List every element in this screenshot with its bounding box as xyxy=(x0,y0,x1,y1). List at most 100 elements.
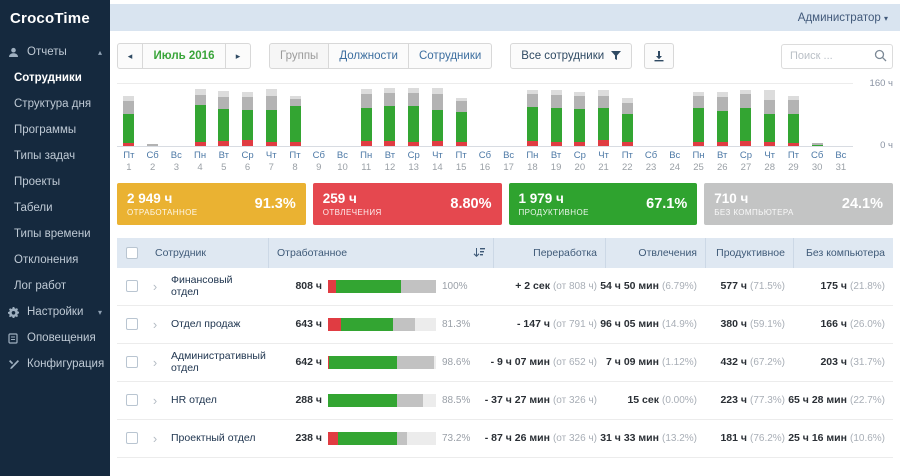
chart-bar[interactable] xyxy=(764,90,775,146)
distraction-value: 54 ч 50 мин xyxy=(600,280,659,292)
chart-bar[interactable] xyxy=(218,91,229,146)
chart-day-label: Ср13 xyxy=(402,150,426,174)
chart-bar-segment xyxy=(693,96,704,109)
weekday-label: Ср xyxy=(734,150,758,162)
table-row[interactable]: ›Проектный отдел238 ч73.2%- 87 ч 26 мин(… xyxy=(117,420,893,458)
search-icon[interactable] xyxy=(874,49,887,62)
sidebar-item-day-structure[interactable]: Структура дня xyxy=(0,91,110,117)
chart-bar[interactable] xyxy=(527,90,538,146)
sidebar-section-reports[interactable]: Отчеты▴ xyxy=(0,39,110,65)
day-number-label: 26 xyxy=(710,162,734,174)
chart-bar[interactable] xyxy=(384,88,395,146)
chart-day-label: Чт14 xyxy=(426,150,450,174)
next-period-button[interactable]: ▸ xyxy=(225,43,251,69)
row-checkbox[interactable] xyxy=(126,394,138,406)
chart-bar[interactable] xyxy=(147,144,158,146)
chart-bar[interactable] xyxy=(456,98,467,146)
worked-hours: 643 ч xyxy=(276,318,322,330)
chart-bar-segment xyxy=(693,108,704,142)
chart-day-column xyxy=(188,84,212,146)
chart-bar[interactable] xyxy=(717,92,728,146)
row-checkbox[interactable] xyxy=(126,280,138,292)
chart-bar[interactable] xyxy=(740,90,751,146)
chart-day-column xyxy=(497,84,521,146)
sidebar-item-work-log[interactable]: Лог работ xyxy=(0,273,110,299)
sidebar-item-programs[interactable]: Программы xyxy=(0,117,110,143)
summary-card-no-computer[interactable]: 710 чБЕЗ КОМПЬЮТЕРА24.1% xyxy=(704,183,893,225)
header-productive[interactable]: Продуктивное xyxy=(705,238,793,268)
table-row[interactable]: ›Финансовый отдел808 ч100%+ 2 сек(от 808… xyxy=(117,268,893,306)
header-worked[interactable]: Отработанное xyxy=(268,238,493,268)
user-menu[interactable]: Администратор ▾ xyxy=(798,12,888,24)
table-row[interactable]: ›Отдел продаж643 ч81.3%- 147 ч(от 791 ч)… xyxy=(117,306,893,344)
sidebar-section-configuration[interactable]: Конфигурация xyxy=(0,351,110,377)
row-checkbox[interactable] xyxy=(126,432,138,444)
employee-filter-dropdown[interactable]: Все сотрудники xyxy=(510,43,632,69)
chart-day-column xyxy=(283,84,307,146)
download-button[interactable] xyxy=(644,43,674,69)
chart-bar[interactable] xyxy=(195,89,206,146)
summary-card-productive[interactable]: 1 979 чПРОДУКТИВНОЕ67.1% xyxy=(509,183,698,225)
chart-bar[interactable] xyxy=(551,90,562,146)
tab-groups[interactable]: Группы xyxy=(269,43,329,69)
worked-bar-segment xyxy=(328,432,338,445)
chart-bar-segment xyxy=(218,141,229,146)
table-body: ›Финансовый отдел808 ч100%+ 2 сек(от 808… xyxy=(117,268,893,458)
sidebar-section-alerts[interactable]: Оповещения xyxy=(0,325,110,351)
period-button[interactable]: Июль 2016 xyxy=(142,43,226,69)
chart-bar[interactable] xyxy=(622,98,633,146)
prev-period-button[interactable]: ◂ xyxy=(117,43,143,69)
chart-bar[interactable] xyxy=(123,96,134,146)
sidebar-item-task-types[interactable]: Типы задач xyxy=(0,143,110,169)
chart-bar[interactable] xyxy=(432,88,443,146)
chart-bar-segment xyxy=(195,95,206,105)
expand-row-icon[interactable]: › xyxy=(147,432,163,445)
select-all-checkbox[interactable] xyxy=(126,247,138,259)
header-overtime[interactable]: Переработка xyxy=(493,238,605,268)
chart-bar-segment xyxy=(242,97,253,110)
summary-card-worked[interactable]: 2 949 чОТРАБОТАННОЕ91.3% xyxy=(117,183,306,225)
sidebar-section-settings[interactable]: Настройки▾ xyxy=(0,299,110,325)
sidebar-item-timesheets[interactable]: Табели xyxy=(0,195,110,221)
chart-bar[interactable] xyxy=(242,92,253,146)
sidebar-item-projects[interactable]: Проекты xyxy=(0,169,110,195)
worked-bar-segment xyxy=(338,432,397,445)
table-row[interactable]: ›HR отдел288 ч88.5%- 37 ч 27 мин(от 326 … xyxy=(117,382,893,420)
chart-bar-segment xyxy=(218,109,229,141)
chart-bar-segment xyxy=(622,114,633,142)
sidebar-item-employees[interactable]: Сотрудники xyxy=(0,65,110,91)
header-distractions[interactable]: Отвлечения xyxy=(605,238,705,268)
sidebar-item-deviations[interactable]: Отклонения xyxy=(0,247,110,273)
chart-bar[interactable] xyxy=(693,92,704,146)
chart-bar[interactable] xyxy=(574,92,585,146)
chart-bar[interactable] xyxy=(361,89,372,146)
distraction-note: (13.2%) xyxy=(662,433,697,444)
chart-bar[interactable] xyxy=(290,96,301,146)
day-number-label: 22 xyxy=(615,162,639,174)
header-no-computer[interactable]: Без компьютера xyxy=(793,238,893,268)
summary-card-distractions[interactable]: 259 чОТВЛЕЧЕНИЯ8.80% xyxy=(313,183,502,225)
sidebar-item-time-types[interactable]: Типы времени xyxy=(0,221,110,247)
chart-bar[interactable] xyxy=(408,88,419,146)
table-header: Сотрудник Отработанное Переработка Отвле… xyxy=(117,238,893,268)
tab-positions[interactable]: Должности xyxy=(328,43,409,69)
summary-card-text: 710 чБЕЗ КОМПЬЮТЕРА xyxy=(714,191,794,217)
row-checkbox[interactable] xyxy=(126,318,138,330)
day-number-label: 19 xyxy=(544,162,568,174)
sort-descending-icon[interactable] xyxy=(473,247,485,258)
expand-row-icon[interactable]: › xyxy=(147,394,163,407)
chart-bar[interactable] xyxy=(266,89,277,146)
chart-bar[interactable] xyxy=(788,96,799,146)
department-name: Проектный отдел xyxy=(163,432,268,444)
chart-day-column xyxy=(734,84,758,146)
expand-row-icon[interactable]: › xyxy=(147,280,163,293)
row-checkbox[interactable] xyxy=(126,356,138,368)
chart-bar[interactable] xyxy=(812,143,823,146)
expand-row-icon[interactable]: › xyxy=(147,356,163,369)
expand-row-icon[interactable]: › xyxy=(147,318,163,331)
chart-bar[interactable] xyxy=(598,90,609,146)
chart-bar-segment xyxy=(764,90,775,100)
header-employee[interactable]: Сотрудник xyxy=(147,238,268,268)
table-row[interactable]: ›Административный отдел642 ч98.6%- 9 ч 0… xyxy=(117,344,893,382)
tab-employees[interactable]: Сотрудники xyxy=(408,43,492,69)
